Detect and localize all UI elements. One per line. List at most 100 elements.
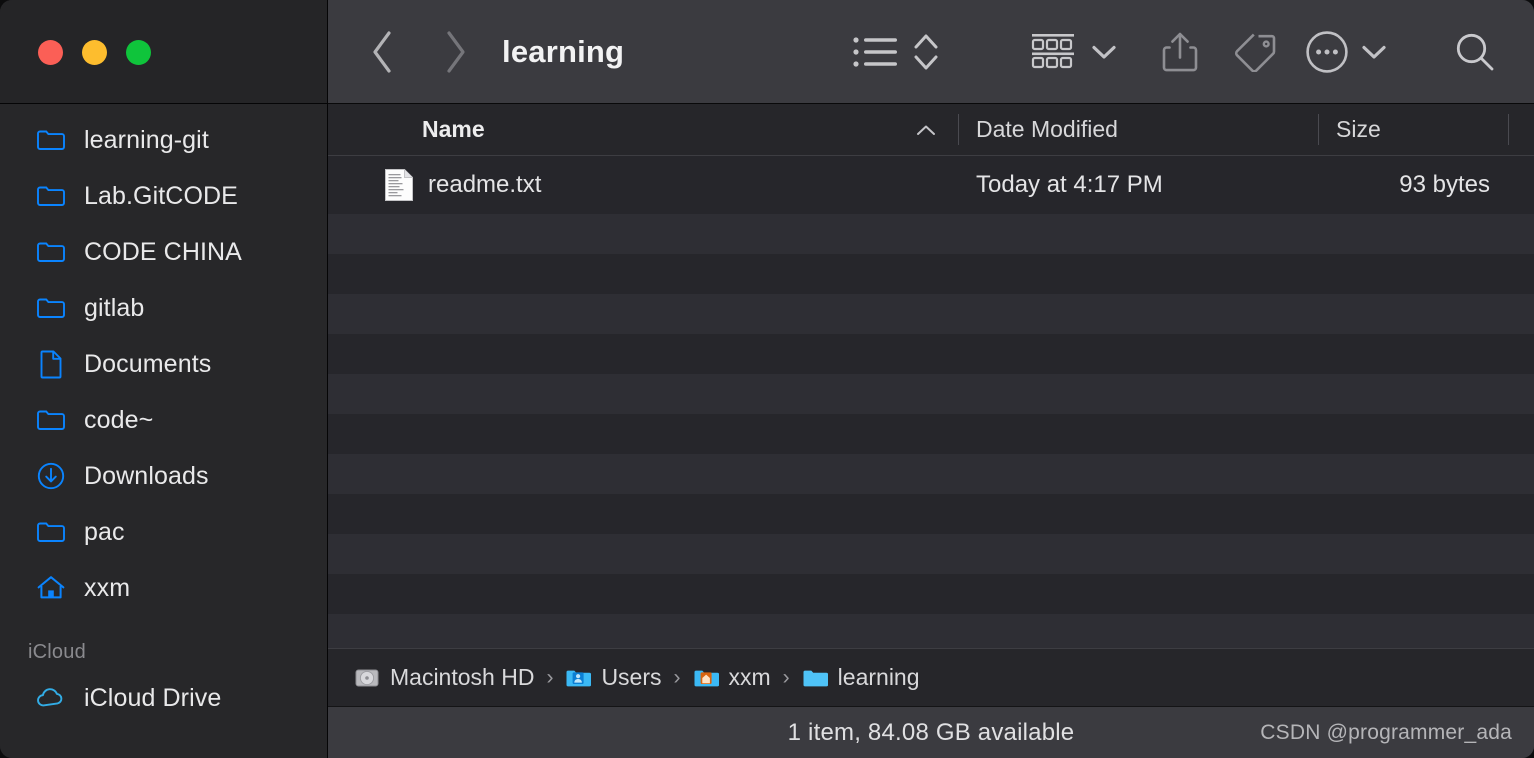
minimize-window-button[interactable] xyxy=(82,40,107,65)
column-header-next[interactable] xyxy=(1508,104,1528,155)
maximize-window-button[interactable] xyxy=(126,40,151,65)
folder-blue-icon xyxy=(803,670,828,686)
sort-order-button[interactable] xyxy=(906,27,946,77)
sidebar-item-xxm[interactable]: xxm xyxy=(0,560,327,616)
cloud-icon xyxy=(36,683,66,713)
sidebar-item-label: Documents xyxy=(84,349,212,378)
sidebar-item-pac[interactable]: pac xyxy=(0,504,327,560)
path-segment-learning[interactable]: learning xyxy=(802,664,920,691)
document-icon xyxy=(36,349,66,379)
sidebar-item-label: Downloads xyxy=(84,461,209,490)
column-header-size-label: Size xyxy=(1336,116,1381,142)
table-row-empty[interactable] xyxy=(328,534,1534,574)
view-mode-list-button[interactable] xyxy=(850,27,900,77)
path-segment-label: Macintosh HD xyxy=(390,664,535,690)
share-button[interactable] xyxy=(1153,25,1207,79)
sidebar-item-icloud-drive[interactable]: iCloud Drive xyxy=(0,670,327,726)
folder-icon xyxy=(36,405,66,435)
table-row-empty[interactable] xyxy=(328,494,1534,534)
chevron-right-icon xyxy=(447,31,465,73)
group-by-chevron-button[interactable] xyxy=(1086,27,1122,77)
column-divider[interactable] xyxy=(958,114,959,145)
download-icon xyxy=(36,461,66,491)
table-row-empty[interactable] xyxy=(328,454,1534,494)
sidebar-item-label: gitlab xyxy=(84,293,145,322)
path-segment-xxm[interactable]: xxm xyxy=(693,664,771,691)
share-icon xyxy=(1162,32,1198,72)
column-header-date-modified[interactable]: Date Modified xyxy=(958,104,1318,155)
path-separator: › xyxy=(782,665,790,689)
table-row-empty[interactable] xyxy=(328,414,1534,454)
file-date-cell: Today at 4:17 PM xyxy=(976,171,1163,198)
window-title: learning xyxy=(502,33,625,69)
path-separator: › xyxy=(673,665,681,689)
folder-icon xyxy=(36,125,66,155)
sidebar-item-gitlab[interactable]: gitlab xyxy=(0,280,327,336)
table-row-empty[interactable] xyxy=(328,214,1534,254)
sidebar-item-label: learning-git xyxy=(84,125,209,154)
content-area: learning Name Date Modified Size readme.… xyxy=(328,0,1534,758)
toolbar: learning xyxy=(328,0,1534,104)
sidebar: learning-git Lab.GitCODE CODE CHINA gitl… xyxy=(0,0,328,758)
group-by-icon xyxy=(1031,34,1074,69)
path-bar: Macintosh HD › Users › xxm › learning xyxy=(328,648,1534,706)
forward-button[interactable] xyxy=(428,25,482,79)
group-by-button[interactable] xyxy=(1028,27,1082,77)
hard-drive-icon xyxy=(355,669,379,686)
tag-icon xyxy=(1234,33,1276,72)
sort-ascending-icon xyxy=(917,125,935,135)
tag-button[interactable] xyxy=(1228,25,1282,79)
search-button[interactable] xyxy=(1448,25,1502,79)
finder-window: learning-git Lab.GitCODE CODE CHINA gitl… xyxy=(0,0,1534,758)
sidebar-item-learning-git[interactable]: learning-git xyxy=(0,112,327,168)
column-header-date-label: Date Modified xyxy=(976,116,1118,142)
table-row[interactable]: readme.txt Today at 4:17 PM 93 bytes xyxy=(328,156,1534,214)
file-name-cell: readme.txt xyxy=(328,168,958,202)
sidebar-titlebar xyxy=(0,0,327,104)
table-row-empty[interactable] xyxy=(328,254,1534,294)
column-divider[interactable] xyxy=(1318,114,1319,145)
sidebar-item-label: CODE CHINA xyxy=(84,237,242,266)
file-list[interactable]: readme.txt Today at 4:17 PM 93 bytes xyxy=(328,156,1534,648)
path-segment-macintosh-hd[interactable]: Macintosh HD xyxy=(354,664,534,691)
column-header-name-label: Name xyxy=(422,116,485,142)
up-down-chevron-icon xyxy=(914,34,938,70)
ellipsis-circle-icon xyxy=(1306,31,1348,73)
more-actions-button[interactable] xyxy=(1300,25,1354,79)
close-window-button[interactable] xyxy=(38,40,63,65)
table-row-empty[interactable] xyxy=(328,294,1534,334)
sidebar-item-label: pac xyxy=(84,517,125,546)
sidebar-item-label: code~ xyxy=(84,405,154,434)
sidebar-item-downloads[interactable]: Downloads xyxy=(0,448,327,504)
folder-icon xyxy=(36,517,66,547)
folder-icon xyxy=(36,237,66,267)
table-row-empty[interactable] xyxy=(328,334,1534,374)
sidebar-item-code-china[interactable]: CODE CHINA xyxy=(0,224,327,280)
column-header-size[interactable]: Size xyxy=(1318,104,1508,155)
text-document-icon xyxy=(385,169,413,201)
status-bar: 1 item, 84.08 GB available CSDN @program… xyxy=(328,706,1534,758)
table-row-empty[interactable] xyxy=(328,614,1534,648)
sidebar-item-documents[interactable]: Documents xyxy=(0,336,327,392)
column-header-name[interactable]: Name xyxy=(328,104,958,155)
path-segment-label: xxm xyxy=(728,664,771,690)
sidebar-item-label: Lab.GitCODE xyxy=(84,181,238,210)
table-row-empty[interactable] xyxy=(328,374,1534,414)
chevron-down-icon xyxy=(1092,45,1116,59)
sidebar-item-label: iCloud Drive xyxy=(84,683,222,712)
watermark-text: CSDN @programmer_ada xyxy=(1260,720,1512,744)
column-header-row: Name Date Modified Size xyxy=(328,104,1534,156)
table-row-empty[interactable] xyxy=(328,574,1534,614)
traffic-lights xyxy=(38,40,151,65)
column-divider[interactable] xyxy=(1508,114,1509,145)
users-folder-icon xyxy=(566,670,592,686)
more-actions-chevron-button[interactable] xyxy=(1356,27,1392,77)
path-segment-users[interactable]: Users xyxy=(565,664,662,691)
sidebar-item-code-tilde[interactable]: code~ xyxy=(0,392,327,448)
folder-icon xyxy=(36,181,66,211)
home-icon xyxy=(36,573,66,603)
home-folder-icon xyxy=(694,670,719,686)
sidebar-item-label: xxm xyxy=(84,573,131,602)
sidebar-item-lab-gitcode[interactable]: Lab.GitCODE xyxy=(0,168,327,224)
back-button[interactable] xyxy=(356,25,410,79)
